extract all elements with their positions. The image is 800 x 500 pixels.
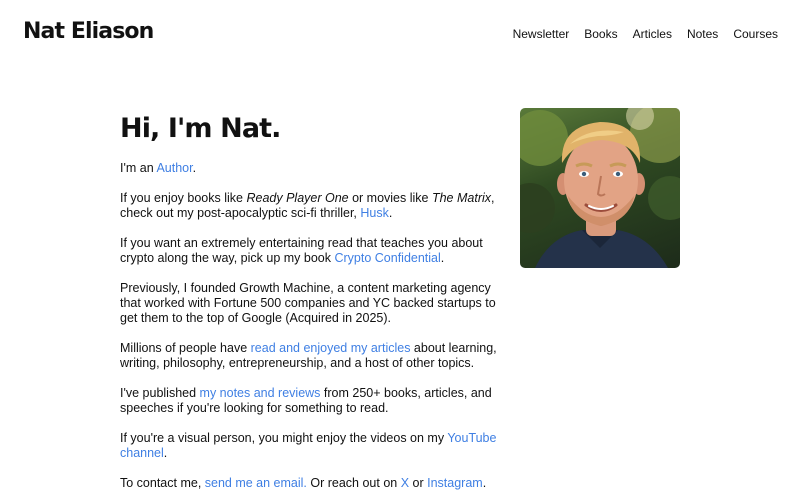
text: Millions of people have xyxy=(120,341,251,355)
movie-title-the-matrix: The Matrix xyxy=(431,191,492,205)
articles-paragraph: Millions of people have read and enjoyed… xyxy=(120,341,505,371)
author-link[interactable]: Author xyxy=(156,161,192,175)
page: Nat Eliason Newsletter Books Articles No… xyxy=(0,0,800,500)
nav-notes[interactable]: Notes xyxy=(687,27,718,41)
text: I've published xyxy=(120,386,200,400)
text: I'm an xyxy=(120,161,157,175)
contact-paragraph: To contact me, send me an email. Or reac… xyxy=(120,476,505,491)
text: . xyxy=(440,251,445,265)
nav-articles[interactable]: Articles xyxy=(633,27,672,41)
crypto-paragraph: If you want an extremely entertaining re… xyxy=(120,236,505,266)
intro-content: Hi, I'm Nat. I'm an Author. If you enjoy… xyxy=(120,110,505,500)
text: . xyxy=(388,206,393,220)
intro-author-paragraph: I'm an Author. xyxy=(120,161,505,176)
nav-books[interactable]: Books xyxy=(584,27,617,41)
main-nav: Newsletter Books Articles Notes Courses xyxy=(513,27,778,41)
husk-paragraph: If you enjoy books like Ready Player One… xyxy=(120,191,505,221)
page-title: Hi, I'm Nat. xyxy=(120,113,281,144)
text: . xyxy=(192,161,197,175)
articles-link[interactable]: read and enjoyed my articles xyxy=(251,341,411,355)
text: If you enjoy books like xyxy=(120,191,247,205)
text: or movies like xyxy=(348,191,432,205)
text: . xyxy=(482,476,487,490)
text: To contact me, xyxy=(120,476,205,490)
nav-newsletter[interactable]: Newsletter xyxy=(513,27,570,41)
x-link[interactable]: X xyxy=(401,476,409,490)
site-title-link[interactable]: Nat Eliason xyxy=(23,19,154,44)
portrait-illustration xyxy=(520,108,680,268)
book-title-ready-player-one: Ready Player One xyxy=(246,191,349,205)
site-header: Nat Eliason Newsletter Books Articles No… xyxy=(0,0,800,68)
text: or xyxy=(409,476,428,490)
profile-photo xyxy=(520,108,680,268)
growth-machine-paragraph: Previously, I founded Growth Machine, a … xyxy=(120,281,505,326)
instagram-link[interactable]: Instagram xyxy=(427,476,483,490)
notes-paragraph: I've published my notes and reviews from… xyxy=(120,386,505,416)
text: If you're a visual person, you might enj… xyxy=(120,431,448,445)
text: Previously, I founded Growth Machine, a … xyxy=(120,281,496,325)
email-link[interactable]: send me an email. xyxy=(205,476,307,490)
crypto-confidential-link[interactable]: Crypto Confidential xyxy=(334,251,440,265)
text: Or reach out on xyxy=(306,476,401,490)
youtube-paragraph: If you're a visual person, you might enj… xyxy=(120,431,505,461)
notes-link[interactable]: my notes and reviews xyxy=(200,386,321,400)
nav-courses[interactable]: Courses xyxy=(733,27,778,41)
text: . xyxy=(163,446,168,460)
husk-link[interactable]: Husk xyxy=(360,206,388,220)
